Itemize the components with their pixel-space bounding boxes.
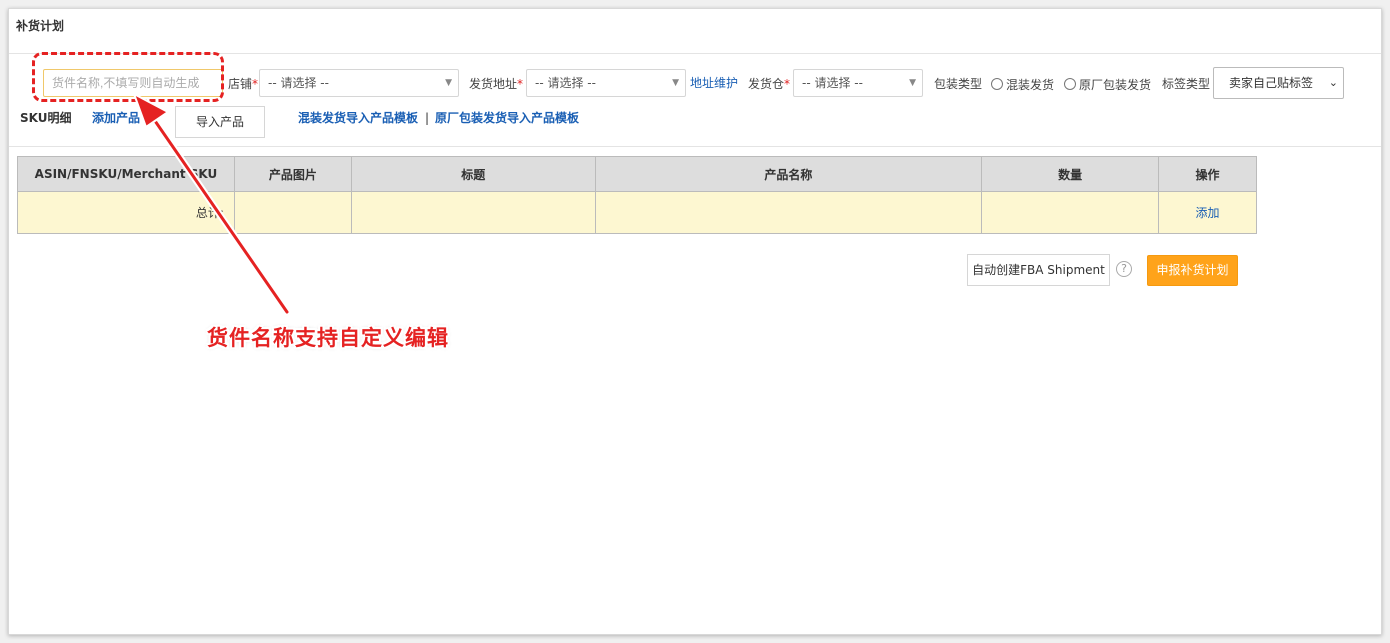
annotation-label: 货件名称支持自定义编辑 (207, 326, 449, 350)
